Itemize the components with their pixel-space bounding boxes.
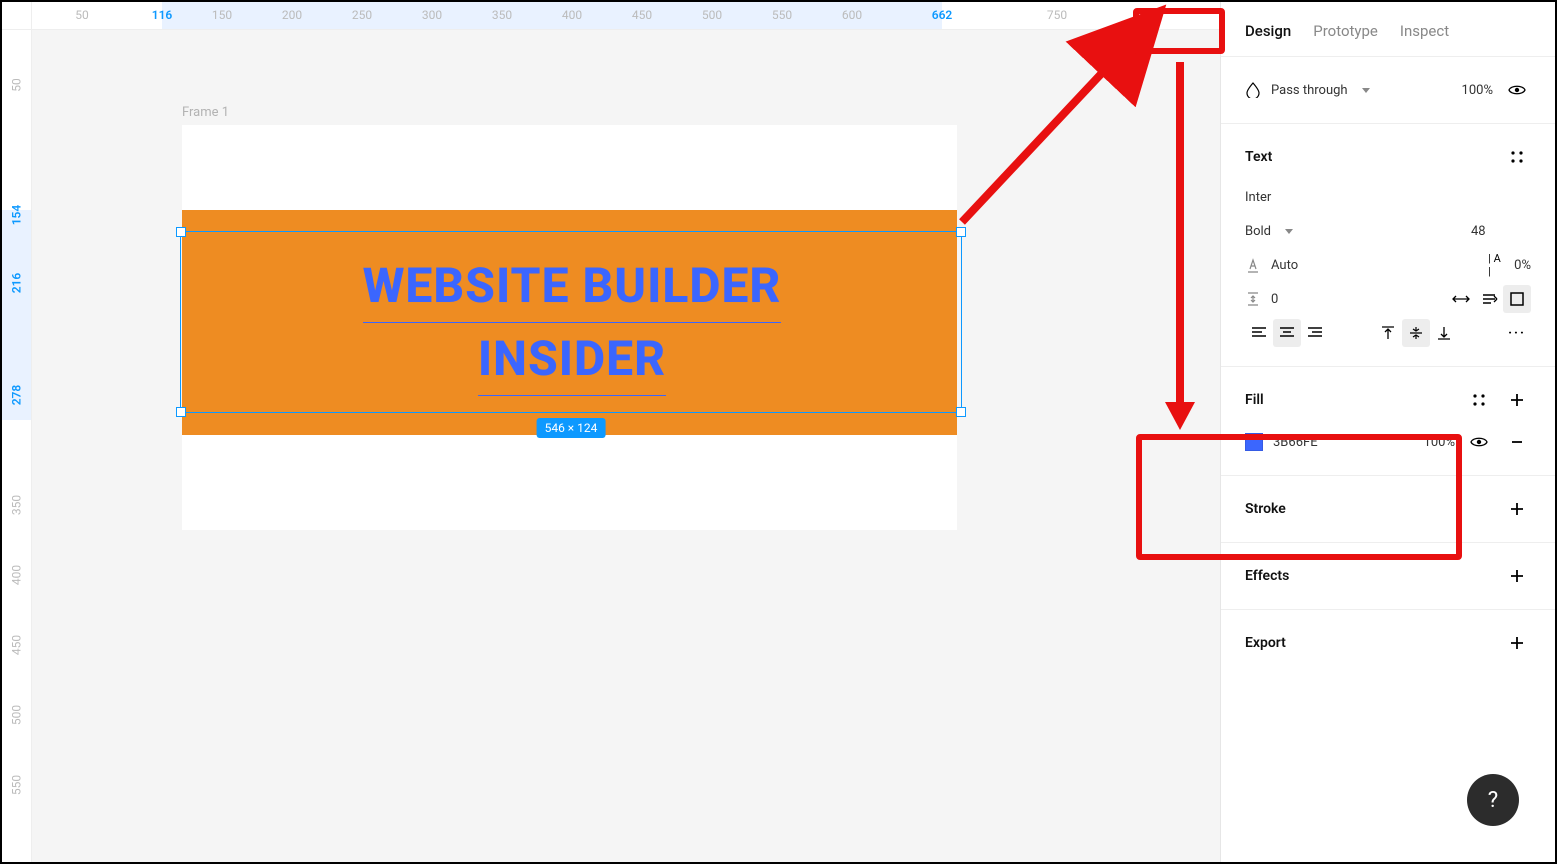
- help-button[interactable]: ?: [1467, 774, 1519, 826]
- annotation-arrow-icon: [2, 2, 1557, 864]
